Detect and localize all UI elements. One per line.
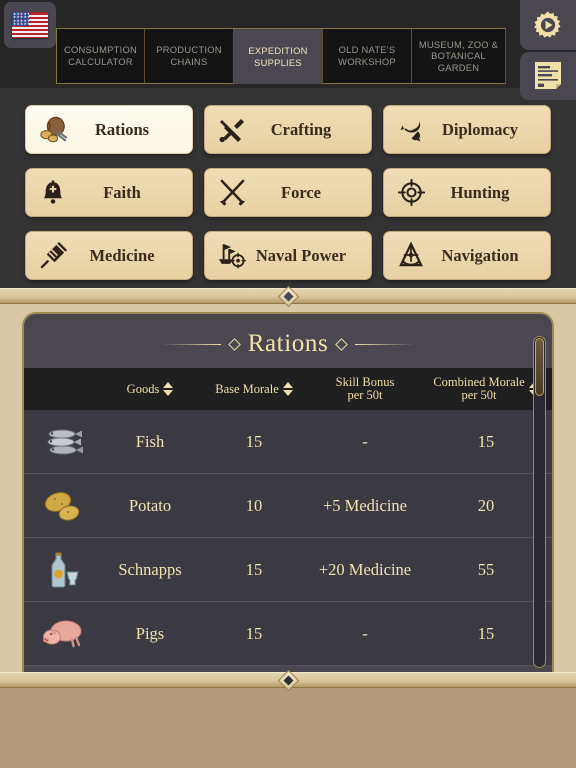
category-button-faith[interactable]: Faith	[25, 168, 193, 217]
category-grid: Rations Crafting Diplomacy Faith Force H…	[25, 105, 551, 280]
panel-title-bar: Rations	[24, 314, 552, 368]
diplomacy-icon	[394, 113, 428, 147]
category-label: Diplomacy	[441, 119, 519, 139]
category-label: Naval Power	[255, 245, 347, 265]
tab-label: PRODUCTION CHAINS	[156, 44, 222, 67]
table-row[interactable]: Fish 15 - 15	[24, 410, 552, 474]
category-button-naval-power[interactable]: Naval Power	[204, 231, 372, 280]
panel-scrollbar[interactable]	[533, 336, 546, 668]
base-morale-value: 15	[245, 559, 263, 579]
tab-label: MUSEUM, ZOO & BOTANICAL GARDEN	[418, 38, 499, 73]
rations-icon	[36, 113, 70, 147]
goods-name: Pigs	[135, 623, 165, 643]
goods-name: Schnapps	[118, 559, 182, 579]
category-label: Navigation	[441, 245, 519, 265]
column-header-icon	[24, 368, 102, 410]
category-button-hunting[interactable]: Hunting	[383, 168, 551, 217]
column-header-base-morale[interactable]: Base Morale	[198, 368, 310, 410]
goods-icon-cell	[24, 549, 102, 591]
category-button-diplomacy[interactable]: Diplomacy	[383, 105, 551, 154]
goods-icon-cell	[24, 613, 102, 655]
category-label: Medicine	[89, 245, 155, 265]
category-label: Force	[280, 182, 321, 202]
tab-label: EXPEDITION SUPPLIES	[248, 44, 308, 68]
tab-production-chains[interactable]: PRODUCTION CHAINS	[145, 29, 234, 84]
force-icon	[215, 176, 249, 210]
notes-button[interactable]	[520, 52, 576, 100]
skill-bonus-value: -	[362, 623, 368, 643]
tab-old-nates-workshop[interactable]: OLD NATE'S WORKSHOP	[323, 29, 412, 84]
category-section: Rations Crafting Diplomacy Faith Force H…	[0, 88, 576, 288]
goods-name: Potato	[128, 495, 172, 515]
title-diamond-right-icon	[335, 337, 349, 351]
right-icon-rail	[520, 0, 576, 100]
crafting-icon	[215, 113, 249, 147]
column-label: Base Morale	[215, 381, 279, 396]
column-sublabel: per 50t	[461, 388, 497, 402]
fish-icon	[40, 421, 86, 463]
category-button-crafting[interactable]: Crafting	[204, 105, 372, 154]
tab-consumption-calculator[interactable]: CONSUMPTION CALCULATOR	[56, 29, 145, 84]
category-button-medicine[interactable]: Medicine	[25, 231, 193, 280]
schnapps-icon	[40, 549, 86, 591]
page-title: Rations	[247, 330, 329, 357]
table-row[interactable]: Potato 10 +5 Medicine 20	[24, 474, 552, 538]
tab-label: CONSUMPTION CALCULATOR	[63, 44, 138, 67]
potato-icon	[40, 485, 86, 527]
base-morale-value: 15	[245, 431, 263, 451]
goods-icon-cell	[24, 421, 102, 463]
main-tab-bar: CONSUMPTION CALCULATOR PRODUCTION CHAINS…	[56, 28, 506, 84]
base-morale-value: 15	[245, 623, 263, 643]
title-diamond-left-icon	[227, 337, 241, 351]
tab-expedition-supplies[interactable]: EXPEDITION SUPPLIES	[234, 29, 323, 84]
category-button-rations[interactable]: Rations	[25, 105, 193, 154]
language-flag-button[interactable]: ★★★★★★★★★★★★★★★★★★★★★★★★	[4, 2, 56, 48]
table-body: Fish 15 - 15 Potato 10 +5 Medicine 20 Sc…	[24, 410, 552, 666]
sort-arrows-icon[interactable]	[163, 382, 174, 396]
medicine-icon	[36, 239, 70, 273]
section-divider-bottom	[0, 669, 576, 691]
title-rule-left	[160, 343, 221, 345]
document-icon	[535, 62, 561, 89]
naval-power-icon	[215, 239, 249, 273]
diamond-ornament-icon	[277, 285, 299, 307]
skill-bonus-value: +5 Medicine	[323, 495, 407, 515]
table-row[interactable]: Pigs 15 - 15	[24, 602, 552, 666]
title-rule-right	[355, 343, 416, 345]
category-label: Hunting	[450, 182, 510, 202]
column-header-goods[interactable]: Goods	[102, 368, 198, 410]
hunting-icon	[394, 176, 428, 210]
goods-name: Fish	[135, 431, 165, 451]
category-button-force[interactable]: Force	[204, 168, 372, 217]
base-morale-value: 10	[245, 495, 263, 515]
sort-arrows-icon[interactable]	[282, 382, 293, 396]
pigs-icon	[40, 613, 86, 655]
scrollbar-thumb[interactable]	[535, 338, 544, 396]
skill-bonus-value: +20 Medicine	[318, 559, 412, 579]
table-row[interactable]: Schnapps 15 +20 Medicine 55	[24, 538, 552, 602]
category-label: Faith	[103, 182, 141, 202]
rations-panel: Rations Goods Base Morale Skill Bonus pe…	[22, 312, 554, 676]
tab-label: OLD NATE'S WORKSHOP	[338, 44, 396, 67]
column-sublabel: per 50t	[347, 388, 383, 402]
gear-play-icon	[533, 11, 561, 38]
us-flag-icon: ★★★★★★★★★★★★★★★★★★★★★★★★	[12, 12, 48, 38]
diamond-ornament-icon	[277, 669, 299, 691]
settings-gear-button[interactable]	[520, 0, 576, 50]
goods-icon-cell	[24, 485, 102, 527]
column-header-skill-bonus[interactable]: Skill Bonus per 50t	[310, 368, 420, 410]
content-frame: Rations Goods Base Morale Skill Bonus pe…	[0, 296, 576, 676]
category-button-navigation[interactable]: Navigation	[383, 231, 551, 280]
table-header-row: Goods Base Morale Skill Bonus per 50t Co…	[24, 368, 552, 410]
section-divider-top	[0, 285, 576, 307]
faith-icon	[36, 176, 70, 210]
category-label: Rations	[94, 119, 150, 139]
top-bar: ★★★★★★★★★★★★★★★★★★★★★★★★ CONSUMPTION CAL…	[0, 0, 576, 88]
skill-bonus-value: -	[362, 431, 368, 451]
navigation-icon	[394, 239, 428, 273]
category-label: Crafting	[270, 119, 332, 139]
tab-museum-zoo-botanical-garden[interactable]: MUSEUM, ZOO & BOTANICAL GARDEN	[412, 29, 506, 84]
column-label: Goods	[126, 381, 160, 396]
